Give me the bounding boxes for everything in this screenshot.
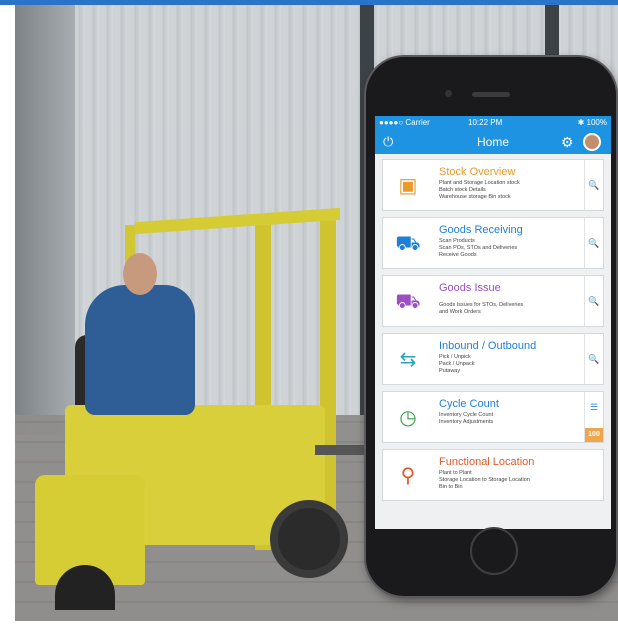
truck-icon: ⛟ [395, 233, 421, 255]
tile-goods-receiving[interactable]: ⛟ Goods Receiving Scan Products Scan POs… [382, 217, 604, 269]
tile-functional-location[interactable]: ⚲ Functional Location Plant to Plant Sto… [382, 449, 604, 501]
carrier-label: ●●●●○ Carrier [379, 118, 430, 127]
battery-label: ✱ 100% [577, 118, 607, 127]
tile-description: Scan Products Scan POs, STOs and Deliver… [439, 238, 517, 259]
tile-line: Receive Goods [439, 252, 477, 258]
status-bar: ●●●●○ Carrier 10:22 PM ✱ 100% [375, 116, 611, 130]
tile-description: Inventory Cycle Count Inventory Adjustme… [439, 412, 493, 426]
tile-line: Pack / Unpack [439, 361, 475, 367]
location-pins-icon: ⚲ [400, 465, 416, 487]
hand-truck-icon: ⛟ [395, 291, 421, 313]
tile-line: Plant to Plant [439, 470, 472, 476]
tile-line: Storage Location to Storage Location [439, 477, 530, 483]
count-badge: 100 [585, 428, 603, 442]
tile-line: Inventory Cycle Count [439, 412, 494, 418]
tile-cycle-count[interactable]: ◷ Cycle Count Inventory Cycle Count Inve… [382, 391, 604, 443]
camera [445, 90, 452, 97]
boxes-icon: ▣ [398, 175, 418, 197]
tile-line: Inventory Adjustments [439, 419, 494, 425]
tile-goods-issue[interactable]: ⛟ Goods Issue Goods Issues for STOs, Del… [382, 275, 604, 327]
search-icon[interactable]: 🔍 [584, 160, 603, 210]
forklift-wheel [270, 500, 348, 578]
gear-icon[interactable]: ⚙ [561, 134, 574, 150]
avatar[interactable] [583, 133, 601, 151]
tile-inbound-outbound[interactable]: ⇆ Inbound / Outbound Pick / Unpick Pack … [382, 333, 604, 385]
tile-line: Pick / Unpick [439, 354, 471, 360]
tile-line: Scan Products [439, 238, 475, 244]
search-icon[interactable]: 🔍 [584, 276, 603, 326]
search-icon[interactable]: 🔍 [584, 334, 603, 384]
tile-description: Plant and Storage Location stock Batch s… [439, 180, 520, 201]
page-title: Home [476, 135, 509, 149]
count-clock-icon: ◷ [399, 407, 417, 429]
tile-line: Goods Issues for STOs, Deliveries [439, 302, 524, 308]
phone-screen: ●●●●○ Carrier 10:22 PM ✱ 100% ⏻ Home ⚙ ▣… [375, 116, 611, 529]
home-button[interactable] [470, 527, 518, 575]
tile-line: Bin to Bin [439, 484, 463, 490]
clock: 10:22 PM [468, 118, 503, 127]
tile-list: ▣ Stock Overview Plant and Storage Locat… [382, 159, 605, 507]
driver [85, 285, 195, 415]
tile-stock-overview[interactable]: ▣ Stock Overview Plant and Storage Locat… [382, 159, 604, 211]
tile-line: Plant and Storage Location stock [439, 180, 520, 186]
driver-head [123, 253, 157, 295]
tile-title: Cycle Count [439, 398, 499, 410]
nav-bar: ⏻ Home ⚙ [375, 130, 611, 154]
speaker [472, 92, 510, 97]
tile-description: Plant to Plant Storage Location to Stora… [439, 470, 530, 491]
tile-line: Warehouse storage Bin stock [439, 194, 511, 200]
tile-title: Inbound / Outbound [439, 340, 537, 352]
search-icon[interactable]: 🔍 [584, 218, 603, 268]
tile-description: Goods Issues for STOs, Deliveries and Wo… [439, 302, 523, 316]
tile-description: Pick / Unpick Pack / Unpack Putaway [439, 354, 474, 375]
tile-line: Batch stock Details [439, 187, 486, 193]
tile-title: Goods Receiving [439, 224, 523, 236]
tile-line: Putaway [439, 368, 461, 374]
tile-line: Scan POs, STOs and Deliveries [439, 245, 518, 251]
phone-mockup: ●●●●○ Carrier 10:22 PM ✱ 100% ⏻ Home ⚙ ▣… [366, 57, 616, 596]
tile-title: Goods Issue [439, 282, 501, 294]
tile-line: and Work Orders [439, 309, 481, 315]
inbound-outbound-icon: ⇆ [399, 349, 417, 371]
tile-title: Functional Location [439, 456, 535, 468]
wall-shadow [15, 5, 75, 435]
tile-title: Stock Overview [439, 166, 516, 178]
